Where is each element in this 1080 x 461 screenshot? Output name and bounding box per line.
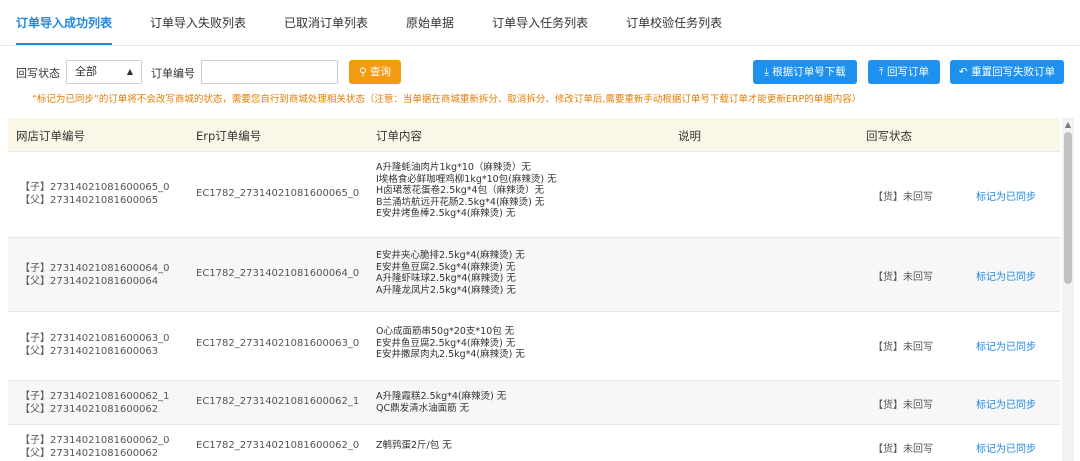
erp-order-no: EC1782_27314021081600065_0	[196, 188, 360, 199]
tab-bar: 订单导入成功列表 订单导入失败列表 已取消订单列表 原始单据 订单导入任务列表 …	[0, 0, 1080, 46]
orders-table: 网店订单编号 Erp订单编号 订单内容 说明 回写状态 【子】273140210…	[8, 118, 1060, 461]
order-item: I埃格食必鲜咖喱鸡柳1kg*10包(麻辣烫) 无	[376, 173, 557, 185]
erp-order-no: EC1782_27314021081600064_0	[196, 268, 360, 279]
erp-order-no: EC1782_27314021081600062_0	[196, 440, 360, 451]
order-item: E安井鱼豆腐2.5kg*4(麻辣烫) 无	[376, 337, 516, 349]
shop-order-cell: 【子】27314021081600062_0 【父】27314021081600…	[20, 434, 170, 460]
writeback-status: 【货】未回写	[873, 192, 933, 203]
writeback-status: 【货】未回写	[873, 272, 933, 283]
tab-import-failed[interactable]: 订单导入失败列表	[150, 14, 246, 45]
status-filter-label: 回写状态	[16, 67, 60, 80]
writeback-status: 【货】未回写	[873, 400, 933, 411]
mark-synced-link[interactable]: 标记为已同步	[976, 188, 1036, 203]
download-by-order-button[interactable]: ⤓ 根据订单号下载	[753, 60, 857, 84]
col-writeback-status: 回写状态	[866, 129, 912, 143]
order-items: E安井夹心脆排2.5kg*4(麻辣烫) 无 E安井鱼豆腐2.5kg*4(麻辣烫)…	[376, 250, 525, 296]
table-row: 【子】27314021081600062_0 【父】27314021081600…	[8, 425, 1060, 461]
writeback-status: 【货】未回写	[873, 342, 933, 353]
erp-order-no: EC1782_27314021081600062_1	[196, 396, 360, 407]
table-scrollbar[interactable]: ▲	[1062, 118, 1074, 461]
order-item: E安井烤鱼棒2.5kg*4(麻辣烫) 无	[376, 208, 516, 219]
mark-synced-link[interactable]: 标记为已同步	[976, 268, 1036, 283]
undo-icon: ↶	[958, 66, 968, 78]
filter-toolbar: 回写状态 全部 ▲ 订单编号 ⚲ 查询 ⤓ 根据订单号下载 ⤒ 回写订单 ↶ 重…	[0, 57, 1080, 87]
parent-order-no: 【父】27314021081600063	[20, 346, 159, 357]
order-item: A升隆霞糕2.5kg*4(麻辣烫) 无	[376, 391, 507, 402]
order-item: A升隆虾味球2.5kg*4(麻辣烫) 无	[376, 273, 516, 284]
tab-import-tasks[interactable]: 订单导入任务列表	[492, 14, 588, 45]
order-item: H卤珺葱花蛋卷2.5kg*4包（麻辣烫）无	[376, 185, 545, 196]
tab-import-success[interactable]: 订单导入成功列表	[16, 14, 113, 45]
order-no-input[interactable]	[201, 60, 338, 84]
parent-order-no: 【父】27314021081600065	[20, 195, 159, 206]
table-row: 【子】27314021081600063_0 【父】27314021081600…	[8, 312, 1060, 381]
col-erp-order-no: Erp订单编号	[196, 129, 262, 143]
col-shop-order-no: 网店订单编号	[16, 129, 85, 143]
shop-order-cell: 【子】27314021081600065_0 【父】27314021081600…	[20, 181, 170, 207]
upload-icon: ⤒	[879, 66, 884, 78]
col-order-content: 订单内容	[376, 129, 422, 143]
order-items: O心成面筋串50g*20支*10包 无 E安井鱼豆腐2.5kg*4(麻辣烫) 无…	[376, 326, 525, 361]
download-icon: ⤓	[764, 66, 769, 78]
writeback-status: 【货】未回写	[873, 444, 933, 455]
child-order-no: 【子】27314021081600062_0	[20, 435, 170, 446]
order-item: O心成面筋串50g*20支*10包 无	[376, 326, 515, 337]
parent-order-no: 【父】27314021081600062	[20, 404, 159, 415]
order-items: Z鹌鹑蛋2斤/包 无	[376, 440, 452, 452]
status-select-value: 全部	[75, 65, 97, 78]
search-icon: ⚲	[358, 66, 367, 78]
order-no-label: 订单编号	[151, 67, 195, 80]
order-items: A升隆蚝油肉片1kg*10（麻辣烫）无 I埃格食必鲜咖喱鸡柳1kg*10包(麻辣…	[376, 162, 557, 220]
table-header: 网店订单编号 Erp订单编号 订单内容 说明 回写状态	[8, 118, 1060, 152]
search-button[interactable]: ⚲ 查询	[349, 60, 401, 84]
order-items: A升隆霞糕2.5kg*4(麻辣烫) 无 QC鼎发清水油面筋 无	[376, 391, 506, 414]
order-item: A升隆蚝油肉片1kg*10（麻辣烫）无	[376, 162, 531, 173]
order-item: E安井夹心脆排2.5kg*4(麻辣烫) 无	[376, 250, 525, 261]
child-order-no: 【子】27314021081600064_0	[20, 263, 170, 274]
order-item: QC鼎发清水油面筋 无	[376, 402, 470, 414]
child-order-no: 【子】27314021081600062_1	[20, 391, 170, 402]
table-row: 【子】27314021081600062_1 【父】27314021081600…	[8, 381, 1060, 425]
mark-synced-link[interactable]: 标记为已同步	[976, 396, 1036, 411]
reset-failed-writeback-button[interactable]: ↶ 重置回写失败订单	[950, 60, 1064, 84]
sync-notice: “标记为已同步”的订单将不会改写商城的状态，需要您自行到商城处理相关状态（注意：…	[32, 94, 862, 105]
child-order-no: 【子】27314021081600063_0	[20, 333, 170, 344]
order-item: B兰涌坊航远开花肠2.5kg*4(麻辣烫) 无	[376, 196, 545, 208]
shop-order-cell: 【子】27314021081600062_1 【父】27314021081600…	[20, 390, 170, 416]
erp-order-no: EC1782_27314021081600063_0	[196, 338, 360, 349]
col-note: 说明	[678, 129, 701, 143]
mark-synced-link[interactable]: 标记为已同步	[976, 440, 1036, 455]
parent-order-no: 【父】27314021081600062	[20, 448, 159, 459]
table-row: 【子】27314021081600064_0 【父】27314021081600…	[8, 238, 1060, 312]
status-select[interactable]: 全部 ▲	[66, 60, 142, 84]
select-arrows-icon: ▲	[126, 67, 133, 76]
scroll-up-icon[interactable]: ▲	[1062, 120, 1074, 129]
order-item: A升隆龙凤片2.5kg*4(麻辣烫) 无	[376, 284, 516, 296]
order-item: E安井撒尿肉丸2.5kg*4(麻辣烫) 无	[376, 349, 525, 360]
shop-order-cell: 【子】27314021081600063_0 【父】27314021081600…	[20, 332, 170, 358]
scrollbar-thumb[interactable]	[1064, 132, 1072, 284]
tab-validation-tasks[interactable]: 订单校验任务列表	[626, 14, 722, 45]
child-order-no: 【子】27314021081600065_0	[20, 182, 170, 193]
tab-cancelled-orders[interactable]: 已取消订单列表	[284, 14, 368, 45]
writeback-order-button[interactable]: ⤒ 回写订单	[868, 60, 940, 84]
parent-order-no: 【父】27314021081600064	[20, 276, 159, 287]
mark-synced-link[interactable]: 标记为已同步	[976, 338, 1036, 353]
tab-original-documents[interactable]: 原始单据	[406, 14, 454, 45]
order-item: Z鹌鹑蛋2斤/包 无	[376, 440, 452, 451]
shop-order-cell: 【子】27314021081600064_0 【父】27314021081600…	[20, 262, 170, 288]
order-item: E安井鱼豆腐2.5kg*4(麻辣烫) 无	[376, 261, 516, 273]
table-row: 【子】27314021081600065_0 【父】27314021081600…	[8, 152, 1060, 238]
